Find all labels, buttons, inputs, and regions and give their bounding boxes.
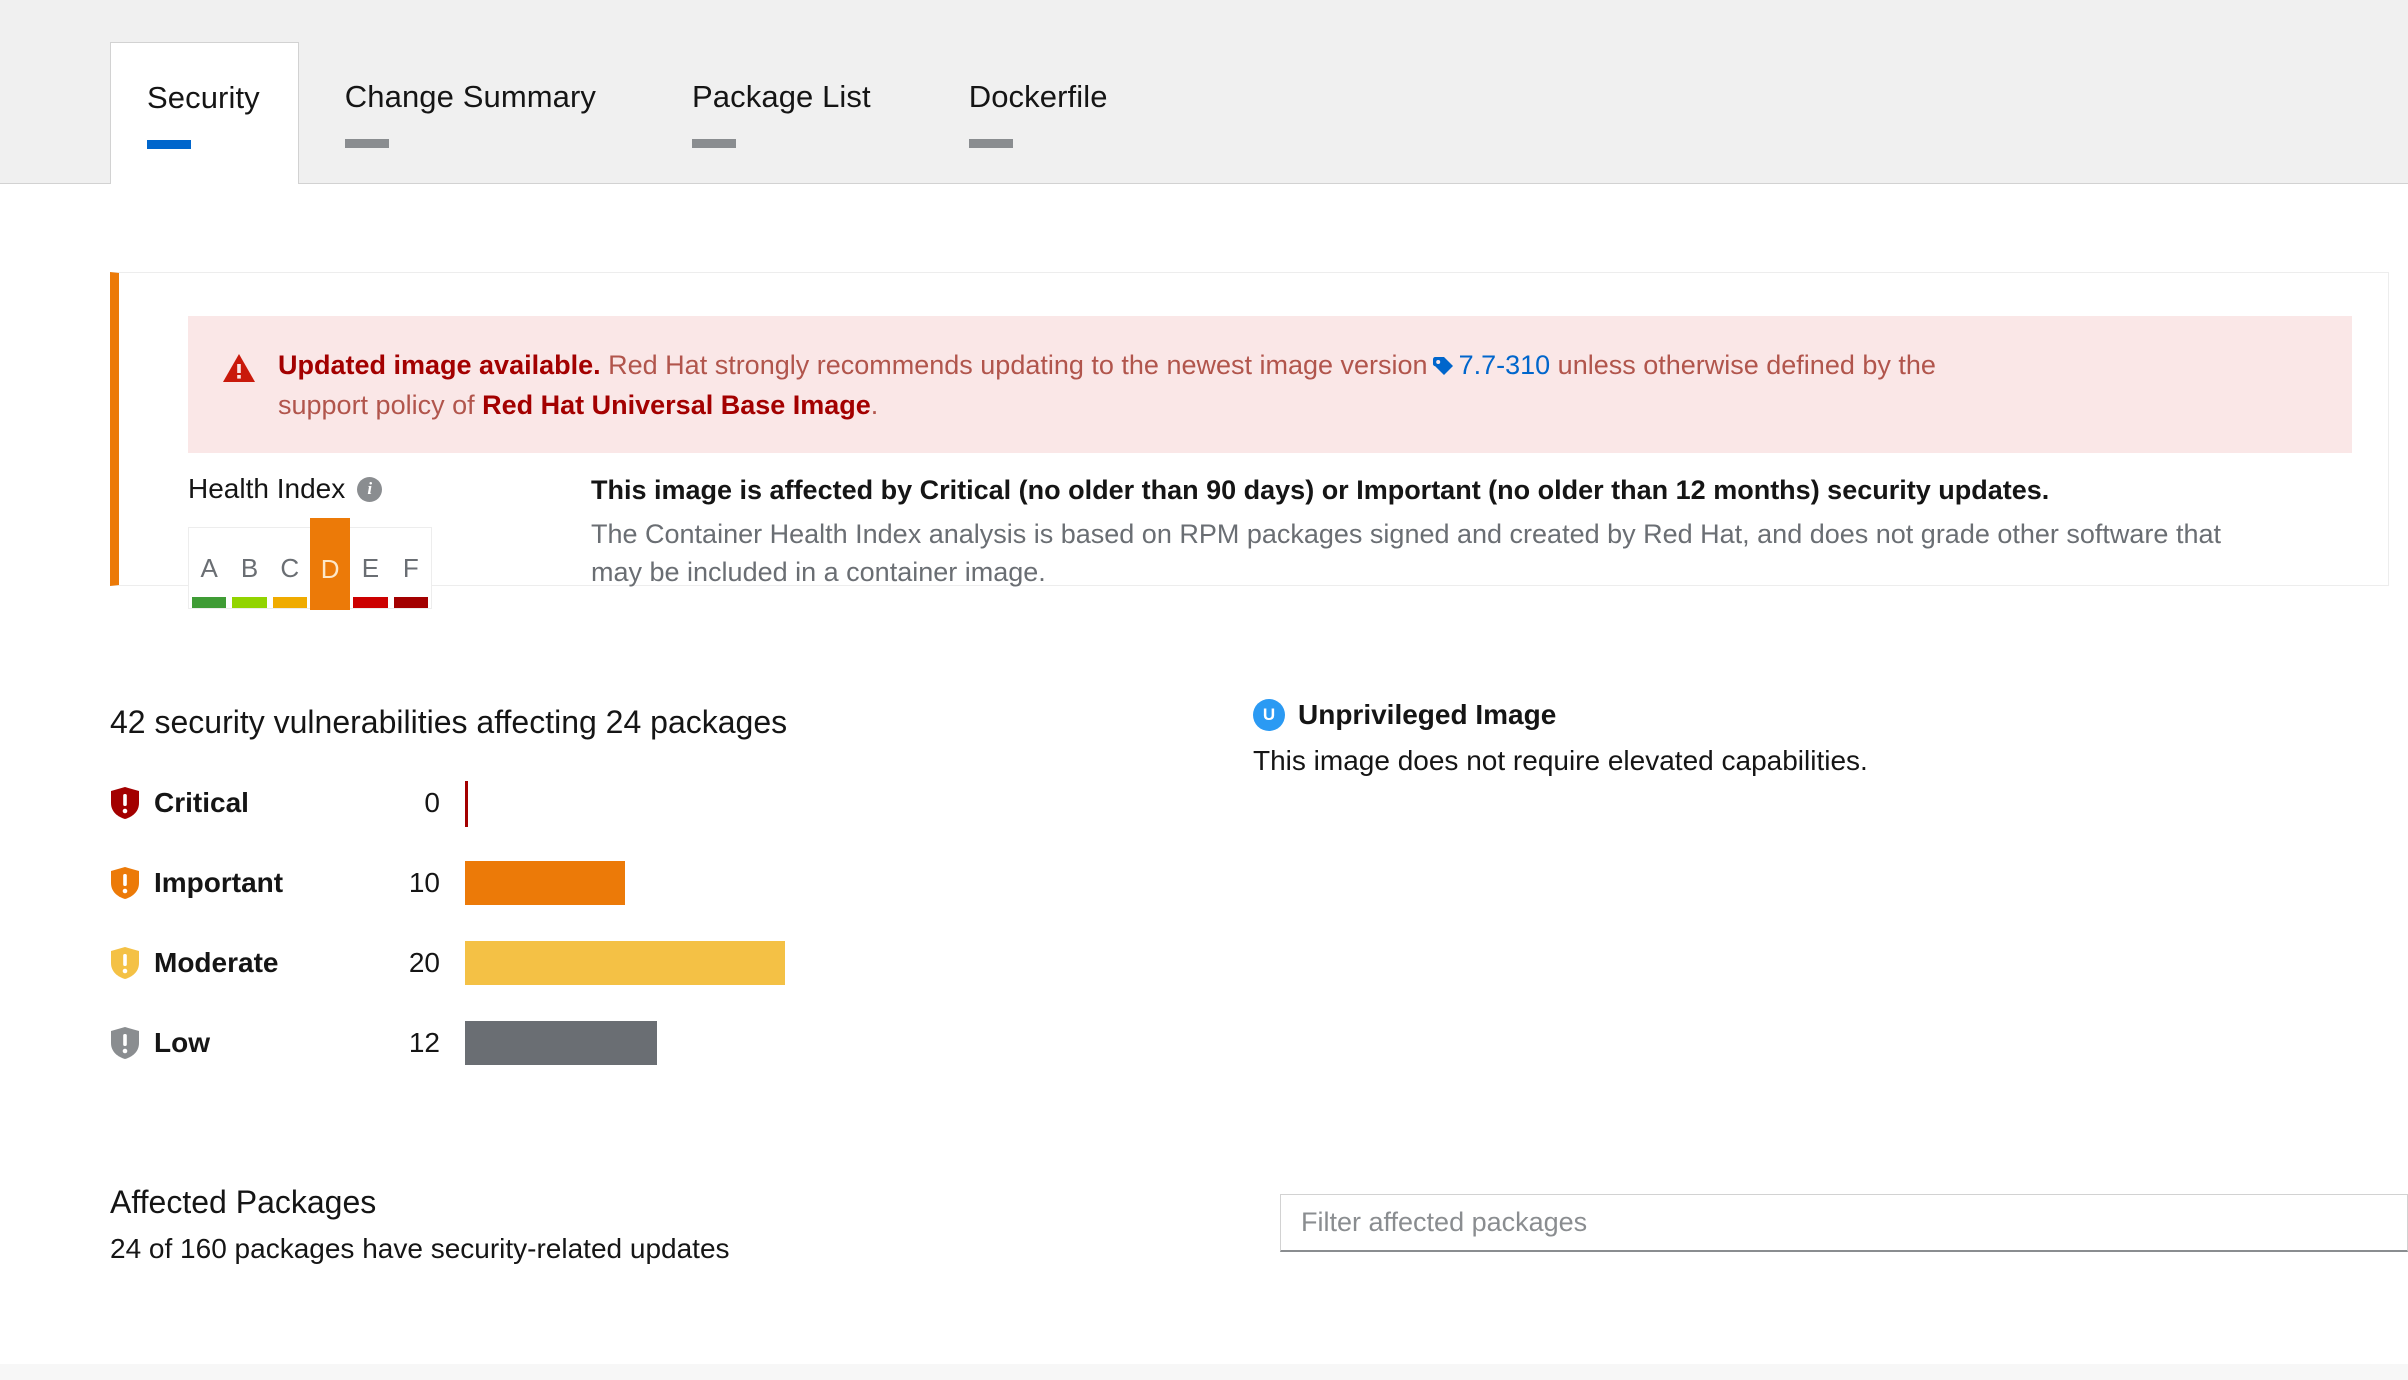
image-status-panel: Updated image available. Red Hat strongl… [110,272,2389,610]
health-index-left: Health Index i A B C D E F [188,473,488,610]
alert-body-after: unless otherwise defined by the [1557,350,1936,380]
vulnerability-count-important: 10 [408,867,440,898]
vulnerability-count-critical: 0 [424,787,440,818]
tag-icon [1432,348,1454,386]
vulnerability-label-critical: Critical [154,787,249,818]
tab-change-summary-label: Change Summary [344,79,597,114]
health-index-headline: This image is affected by Critical (no o… [591,475,2050,505]
shield-exclamation-icon [110,1026,140,1060]
vulnerability-label-moderate: Moderate [154,947,279,978]
unprivileged-header: U Unprivileged Image [1253,699,2153,731]
tab-change-summary-indicator [344,139,389,148]
vulnerability-count-moderate: 20 [408,947,440,978]
affected-packages-section: Affected Packages 24 of 160 packages hav… [110,1184,730,1265]
grade-letter-c: C [280,552,300,583]
vulnerability-bar-low [465,1021,657,1065]
grade-letter-a: A [200,552,218,583]
grade-strip-a [192,597,227,608]
alert-strong-text: Updated image available. [278,350,601,380]
grade-cell-b: B [229,528,269,608]
tab-security-label: Security [147,80,260,115]
health-index-grade-scale: A B C D E F [188,518,432,610]
vulnerability-row-moderate: Moderate 20 [110,923,1210,1003]
grade-cell-a: A [189,528,229,608]
vulnerability-bar-area-moderate [465,941,1210,985]
vulnerability-bar-area-critical [465,781,1210,827]
vulnerability-count-low: 12 [408,1027,440,1058]
info-circle-icon[interactable]: i [357,476,383,502]
vulnerability-bar-important [465,861,625,905]
health-index-section: Health Index i A B C D E F This image is… [188,473,2271,610]
grade-strip-b [232,597,267,608]
health-index-description: The Container Health Index analysis is b… [591,518,2221,587]
tab-dockerfile-label: Dockerfile [968,79,1108,114]
filter-packages-wrapper [1280,1194,2408,1252]
grade-letter-e: E [361,552,380,583]
unprivileged-description: This image does not require elevated cap… [1253,745,1868,776]
vulnerability-row-low: Low 12 [110,1003,1210,1083]
grade-cell-e: E [350,528,390,608]
grade-strip-f [393,597,428,608]
grade-cell-f: F [391,528,431,608]
alert-body-before: Red Hat strongly recommends updating to … [608,350,1428,380]
warning-triangle-icon [222,353,256,383]
unprivileged-badge-icon: U [1253,699,1285,731]
unprivileged-title: Unprivileged Image [1298,699,1557,730]
tab-security-indicator [147,140,191,149]
vulnerability-summary: 42 security vulnerabilities affecting 24… [110,704,1210,1083]
grade-strip-e [353,597,388,608]
tab-package-list-indicator [692,139,737,148]
tab-dockerfile[interactable]: Dockerfile [921,42,1156,183]
vulnerability-row-critical: Critical 0 [110,763,1210,843]
grade-cell-d: D [309,518,351,610]
alert-line2-before: support policy of [278,390,475,421]
vulnerability-label-important: Important [154,867,284,898]
vulnerability-row-important: Important 10 [110,843,1210,923]
grade-letter-b: B [240,552,259,583]
vulnerability-bar-area-low [465,1021,1210,1065]
page-bottom-edge [0,1364,2408,1380]
image-version-link[interactable]: 7.7-310 [1459,350,1551,380]
shield-exclamation-icon [110,946,140,980]
tab-change-summary[interactable]: Change Summary [299,42,642,183]
grade-letter-f: F [402,552,419,583]
affected-packages-subtitle: 24 of 160 packages have security-related… [110,1233,730,1264]
grade-letter-d: D [320,553,340,584]
vulnerability-bar-moderate [465,941,785,985]
security-tab-panel: Updated image available. Red Hat strongl… [0,184,2408,1380]
shield-exclamation-icon [110,866,140,900]
vulnerability-label-low: Low [154,1027,210,1058]
vulnerability-title: 42 security vulnerabilities affecting 24… [110,704,788,740]
health-index-text: This image is affected by Critical (no o… [591,473,2271,609]
tab-dockerfile-indicator [968,139,1013,148]
tab-package-list[interactable]: Package List [642,42,921,183]
alert-message: Updated image available. Red Hat strongl… [278,346,1936,425]
health-index-title: Health Index [188,473,346,504]
grade-strip-c [272,597,307,608]
filter-affected-packages-input[interactable] [1280,1194,2408,1252]
alert-line2-strong: Red Hat Universal Base Image [482,390,871,421]
tab-bar: Security Change Summary Package List Doc… [0,0,2408,184]
updated-image-alert: Updated image available. Red Hat strongl… [188,316,2352,453]
grade-cell-c: C [270,528,310,608]
tab-package-list-label: Package List [692,79,871,114]
shield-exclamation-icon [110,786,140,820]
alert-line2-after: . [870,390,879,421]
unprivileged-image-section: U Unprivileged Image This image does not… [1253,699,2153,777]
health-index-title-row: Health Index i [188,473,488,505]
vulnerability-bar-critical [465,781,468,827]
vulnerability-bar-area-important [465,861,1210,905]
tab-security[interactable]: Security [110,42,299,184]
affected-packages-title: Affected Packages [110,1184,377,1220]
